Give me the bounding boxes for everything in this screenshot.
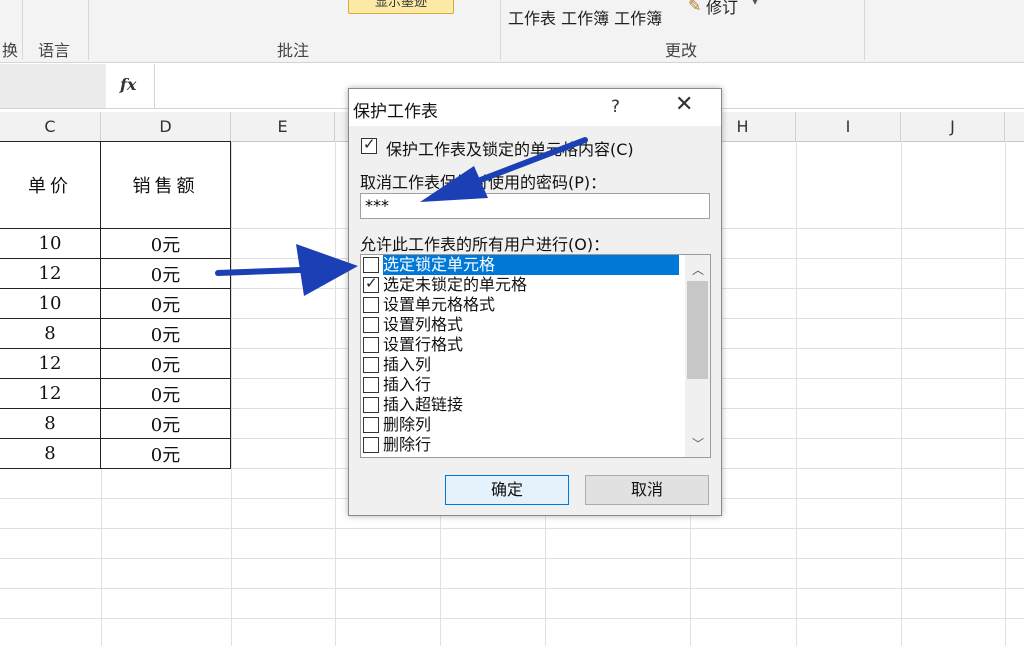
arrow-to-password: [420, 137, 588, 202]
arrow-to-list-item: [215, 244, 358, 296]
annotation-arrows: [215, 137, 588, 296]
